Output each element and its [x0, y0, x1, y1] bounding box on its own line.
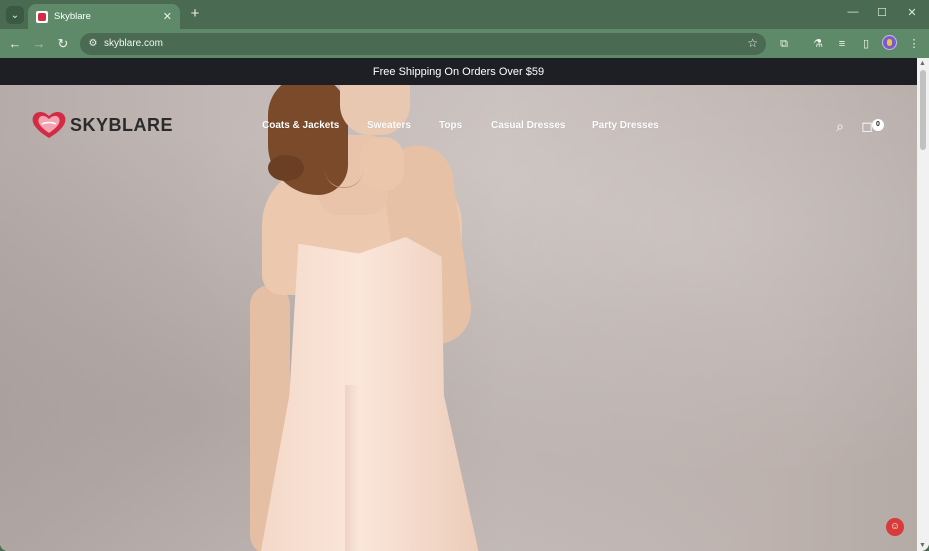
nav-tops[interactable]: Tops — [439, 120, 462, 131]
heart-logo-icon[interactable] — [30, 110, 68, 140]
cart-count-badge: 0 — [872, 119, 884, 131]
minimize-icon[interactable]: — — [838, 6, 868, 18]
nav-casual-dresses[interactable]: Casual Dresses — [491, 120, 566, 131]
maximize-icon[interactable]: ☐ — [867, 6, 897, 19]
tab-skyblare[interactable]: Skyblare ✕ — [28, 4, 180, 29]
nav-sweaters[interactable]: Sweaters — [367, 120, 411, 131]
address-bar[interactable]: ⚙ skyblare.com ☆ — [80, 33, 766, 55]
tab-title: Skyblare — [54, 11, 91, 22]
nav-party-dresses[interactable]: Party Dresses — [592, 120, 659, 131]
tab-strip: ⌄ Skyblare ✕ + — ☐ ✕ — [0, 0, 929, 29]
reload-icon[interactable]: ↻ — [54, 35, 72, 53]
new-tab-button[interactable]: + — [186, 5, 204, 23]
scroll-thumb[interactable] — [920, 70, 926, 150]
url-text[interactable]: skyblare.com — [104, 38, 163, 49]
skyblare-favicon-icon — [36, 10, 48, 23]
more-vertical-icon[interactable]: ⋮ — [905, 35, 923, 53]
site-header: SKYBLARE Coats & Jackets Sweaters Tops C… — [0, 85, 917, 165]
announcement-bar: Free Shipping On Orders Over $59 — [0, 58, 917, 85]
profile-avatar[interactable] — [882, 35, 897, 50]
logo-text[interactable]: SKYBLARE — [70, 115, 173, 136]
close-icon[interactable]: ✕ — [163, 10, 172, 23]
flask-icon[interactable]: ⚗ — [809, 35, 827, 53]
nav-coats-jackets[interactable]: Coats & Jackets — [262, 120, 339, 131]
arrow-right-icon[interactable]: → — [30, 35, 48, 53]
web-page: Free Shipping On Orders Over $59 SKYBLAR… — [0, 58, 929, 551]
arrow-left-icon[interactable]: ← — [6, 35, 24, 53]
browser-toolbar: ← → ↻ ⚙ skyblare.com ☆ ⧉ ⚗ ≡ ▯ ⋮ — [0, 29, 929, 58]
close-window-icon[interactable]: ✕ — [897, 6, 927, 19]
tune-icon[interactable]: ⚙ — [86, 37, 100, 51]
browser-window: ⌄ Skyblare ✕ + — ☐ ✕ ← → ↻ ⚙ skyblare.co… — [0, 0, 929, 551]
star-icon[interactable]: ☆ — [747, 36, 758, 50]
chat-icon[interactable]: ☺ — [886, 518, 904, 536]
scroll-up-icon[interactable]: ▲ — [919, 60, 926, 67]
puzzle-icon[interactable]: ⧉ — [775, 35, 793, 53]
scroll-down-icon[interactable]: ▼ — [919, 542, 926, 549]
playlist-icon[interactable]: ≡ — [833, 35, 851, 53]
search-icon[interactable]: ⌕ — [831, 117, 849, 135]
page-scrollbar[interactable]: ▲ ▼ — [917, 58, 929, 551]
chevron-down-icon[interactable]: ⌄ — [6, 6, 24, 24]
hero-dress-fold — [345, 385, 359, 551]
sidepanel-icon[interactable]: ▯ — [857, 35, 875, 53]
